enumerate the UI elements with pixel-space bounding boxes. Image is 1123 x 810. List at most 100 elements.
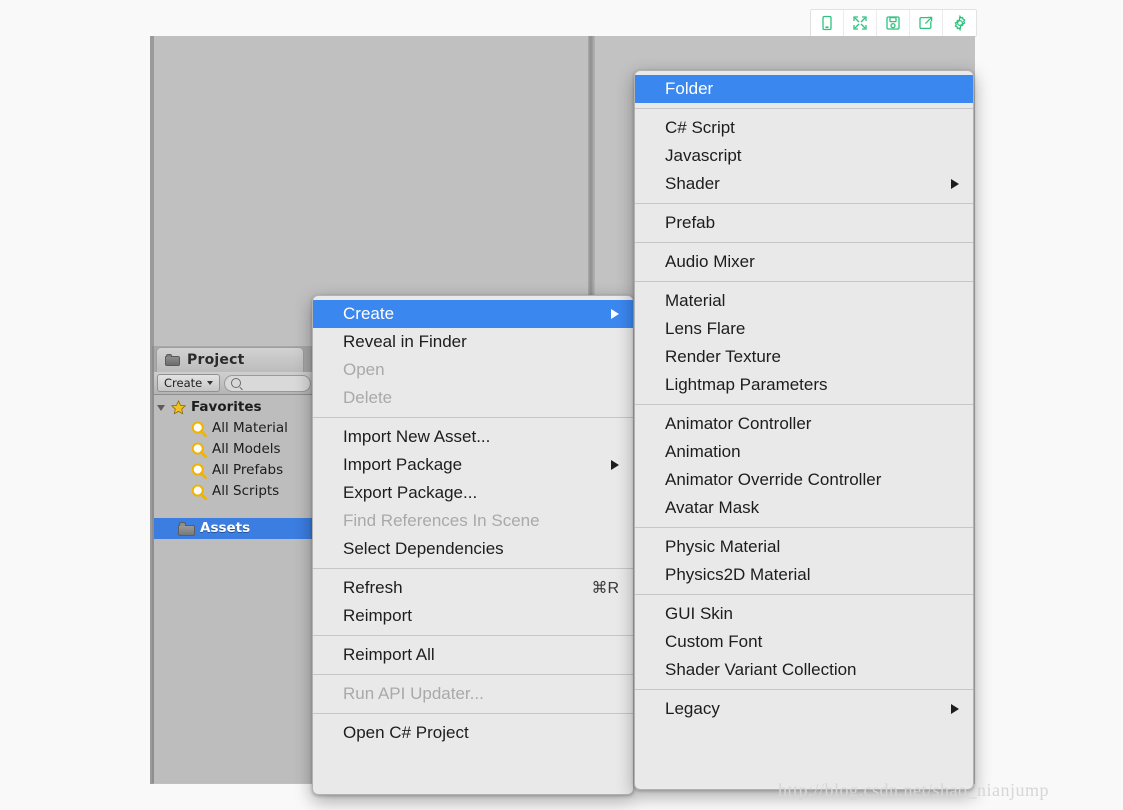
- menu-item-label: Reveal in Finder: [343, 332, 467, 351]
- create-dropdown-button[interactable]: Create: [157, 374, 221, 392]
- tree-item-assets[interactable]: Assets: [154, 518, 314, 539]
- folder-icon: [165, 354, 181, 366]
- tree-item-all-material[interactable]: All Material: [154, 418, 314, 439]
- submenu-item-physics2d-material[interactable]: Physics2D Material: [635, 561, 973, 589]
- menu-separator: [635, 689, 973, 690]
- submenu-item-javascript[interactable]: Javascript: [635, 142, 973, 170]
- menu-item-reimport-all[interactable]: Reimport All: [313, 641, 633, 669]
- menu-item-shortcut: ⌘R: [591, 580, 619, 597]
- menu-separator: [313, 674, 633, 675]
- submenu-item-gui-skin[interactable]: GUI Skin: [635, 600, 973, 628]
- search-icon: [191, 484, 208, 500]
- tree-item-label: Favorites: [191, 398, 262, 415]
- menu-item-label: GUI Skin: [665, 604, 734, 623]
- menu-item-label: Refresh: [343, 578, 403, 597]
- menu-item-label: Animation: [665, 442, 741, 461]
- menu-item-label: Lens Flare: [665, 319, 746, 338]
- menu-item-label: Select Dependencies: [343, 539, 504, 558]
- menu-item-label: C# Script: [665, 118, 735, 137]
- menu-item-open-csharp-project[interactable]: Open C# Project: [313, 719, 633, 747]
- tree-item-label: All Prefabs: [212, 461, 284, 478]
- menu-item-label: Javascript: [665, 146, 742, 165]
- submenu-item-prefab[interactable]: Prefab: [635, 209, 973, 237]
- menu-separator: [635, 281, 973, 282]
- chevron-right-icon: [611, 460, 619, 470]
- menu-item-reimport[interactable]: Reimport: [313, 602, 633, 630]
- chevron-right-icon: [951, 704, 959, 714]
- menu-item-label: Run API Updater...: [343, 684, 484, 703]
- menu-item-label: Import New Asset...: [343, 427, 491, 446]
- submenu-item-animation[interactable]: Animation: [635, 438, 973, 466]
- menu-separator: [635, 203, 973, 204]
- submenu-item-folder[interactable]: Folder: [635, 75, 973, 103]
- project-toolbar: Create: [154, 372, 314, 395]
- screenshot-root: Project Create Favorites All Material Al…: [0, 0, 1123, 810]
- menu-item-label: Reimport: [343, 606, 412, 625]
- tree-item-favorites[interactable]: Favorites: [154, 397, 314, 418]
- menu-item-export-package[interactable]: Export Package...: [313, 479, 633, 507]
- submenu-item-csharp-script[interactable]: C# Script: [635, 114, 973, 142]
- folder-icon: [178, 521, 196, 536]
- mobile-view-icon-button[interactable]: [811, 10, 844, 36]
- menu-item-refresh[interactable]: Refresh ⌘R: [313, 574, 633, 602]
- menu-item-select-dependencies[interactable]: Select Dependencies: [313, 535, 633, 563]
- menu-item-create[interactable]: Create: [313, 300, 633, 328]
- chevron-down-icon: [207, 381, 214, 385]
- search-icon: [191, 463, 208, 479]
- share-icon-button[interactable]: [910, 10, 943, 36]
- menu-item-label: Legacy: [665, 699, 720, 718]
- search-icon: [191, 421, 208, 437]
- settings-gear-icon-button[interactable]: [943, 10, 976, 36]
- tree-item-label: All Models: [212, 440, 281, 457]
- menu-item-find-references-in-scene: Find References In Scene: [313, 507, 633, 535]
- project-panel: Project Create Favorites All Material Al…: [152, 346, 314, 783]
- submenu-item-legacy[interactable]: Legacy: [635, 695, 973, 723]
- tree-item-all-scripts[interactable]: All Scripts: [154, 481, 314, 502]
- project-tree: Favorites All Material All Models All Pr…: [154, 395, 314, 539]
- menu-item-label: Open: [343, 360, 385, 379]
- search-icon: [231, 378, 242, 388]
- submenu-item-material[interactable]: Material: [635, 287, 973, 315]
- submenu-item-shader-variant-collection[interactable]: Shader Variant Collection: [635, 656, 973, 684]
- submenu-item-lens-flare[interactable]: Lens Flare: [635, 315, 973, 343]
- project-tabbar: Project: [154, 346, 314, 372]
- submenu-item-avatar-mask[interactable]: Avatar Mask: [635, 494, 973, 522]
- menu-item-label: Export Package...: [343, 483, 478, 502]
- fullscreen-icon-button[interactable]: [844, 10, 877, 36]
- menu-item-label: Find References In Scene: [343, 511, 540, 530]
- menu-item-label: Custom Font: [665, 632, 763, 651]
- menu-item-open: Open: [313, 356, 633, 384]
- tree-item-all-models[interactable]: All Models: [154, 439, 314, 460]
- tab-project[interactable]: Project: [156, 347, 304, 372]
- tree-item-label: Assets: [200, 519, 251, 536]
- search-icon: [191, 442, 208, 458]
- submenu-item-audio-mixer[interactable]: Audio Mixer: [635, 248, 973, 276]
- submenu-item-physic-material[interactable]: Physic Material: [635, 533, 973, 561]
- menu-item-label: Avatar Mask: [665, 498, 760, 517]
- search-input[interactable]: [224, 374, 311, 392]
- submenu-item-custom-font[interactable]: Custom Font: [635, 628, 973, 656]
- menu-item-run-api-updater: Run API Updater...: [313, 680, 633, 708]
- top-toolbar: [810, 9, 977, 37]
- submenu-item-animator-controller[interactable]: Animator Controller: [635, 410, 973, 438]
- chevron-right-icon: [611, 309, 619, 319]
- menu-item-reveal-in-finder[interactable]: Reveal in Finder: [313, 328, 633, 356]
- menu-item-label: Prefab: [665, 213, 716, 232]
- menu-separator: [635, 594, 973, 595]
- submenu-item-render-texture[interactable]: Render Texture: [635, 343, 973, 371]
- menu-item-label: Physic Material: [665, 537, 781, 556]
- submenu-item-lightmap-parameters[interactable]: Lightmap Parameters: [635, 371, 973, 399]
- menu-separator: [313, 417, 633, 418]
- menu-item-label: Shader: [665, 174, 720, 193]
- project-tab-label: Project: [187, 352, 245, 368]
- chevron-down-icon[interactable]: [157, 404, 165, 411]
- save-icon-button[interactable]: [877, 10, 910, 36]
- tree-item-all-prefabs[interactable]: All Prefabs: [154, 460, 314, 481]
- menu-item-import-package[interactable]: Import Package: [313, 451, 633, 479]
- menu-item-import-new-asset[interactable]: Import New Asset...: [313, 423, 633, 451]
- menu-separator: [313, 568, 633, 569]
- submenu-item-shader[interactable]: Shader: [635, 170, 973, 198]
- menu-separator: [313, 713, 633, 714]
- star-icon: [170, 399, 187, 414]
- submenu-item-animator-override-controller[interactable]: Animator Override Controller: [635, 466, 973, 494]
